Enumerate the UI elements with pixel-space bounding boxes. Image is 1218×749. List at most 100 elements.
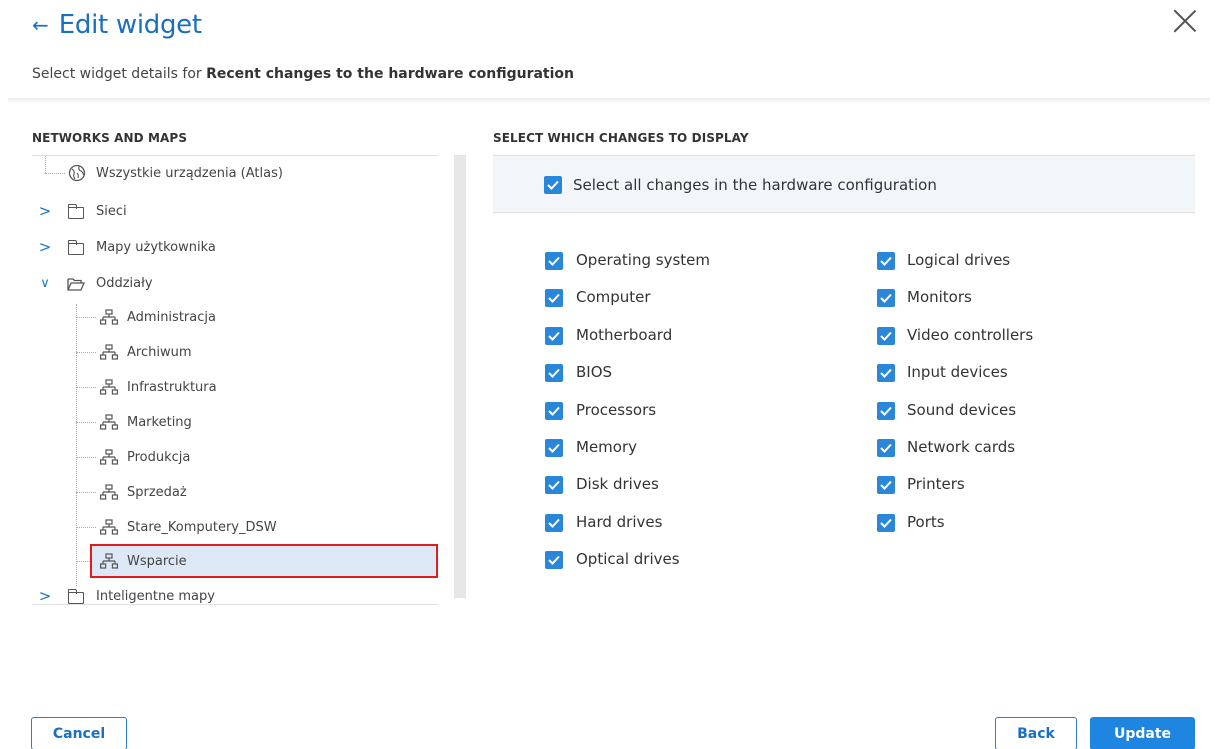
tree-item-label: Oddziały bbox=[96, 275, 153, 291]
network-icon bbox=[100, 449, 118, 465]
folder-icon bbox=[67, 589, 84, 604]
subtitle-prefix: Select widget details for bbox=[32, 66, 207, 82]
tree-item-label: Archiwum bbox=[127, 344, 192, 360]
tree-item-atlas[interactable]: Wszystkie urządzenia (Atlas) bbox=[32, 156, 438, 190]
option-checkbox[interactable] bbox=[877, 364, 895, 383]
chevron-right-icon[interactable]: > bbox=[38, 202, 52, 220]
tree-connector bbox=[45, 173, 65, 174]
title-row: ← Edit widget bbox=[32, 10, 202, 40]
page-subtitle: Select widget details for Recent changes… bbox=[32, 66, 574, 82]
select-all-checkbox[interactable] bbox=[544, 176, 562, 194]
option-label: Operating system bbox=[576, 251, 710, 269]
option-checkbox[interactable] bbox=[877, 326, 895, 345]
tree-item-marketing[interactable]: Marketing bbox=[32, 405, 438, 439]
option-checkbox[interactable] bbox=[877, 439, 895, 457]
tree-item-administracja[interactable]: Administracja bbox=[32, 300, 438, 334]
option-checkbox[interactable] bbox=[877, 513, 895, 532]
network-icon bbox=[100, 519, 118, 535]
update-button[interactable]: Update bbox=[1090, 717, 1195, 749]
network-icon bbox=[100, 344, 118, 360]
option-checkbox[interactable] bbox=[545, 364, 563, 383]
option-label: Optical drives bbox=[576, 550, 680, 569]
network-icon bbox=[100, 309, 118, 325]
back-arrow-icon[interactable]: ← bbox=[32, 15, 49, 35]
option-checkbox[interactable] bbox=[877, 476, 895, 495]
network-icon bbox=[100, 414, 118, 430]
option-label: Memory bbox=[576, 438, 638, 456]
option-label: Network cards bbox=[907, 438, 1016, 456]
tree-item-label: Wsparcie bbox=[127, 553, 187, 569]
option-label: Ports bbox=[907, 512, 945, 531]
tree-item-sprzedaz[interactable]: Sprzedaż bbox=[32, 475, 438, 509]
tree-item-archiwum[interactable]: Archiwum bbox=[32, 335, 438, 369]
select-all-label: Select all changes in the hardware confi… bbox=[573, 176, 937, 194]
option-checkbox[interactable] bbox=[877, 289, 895, 308]
subtitle-widget-name: Recent changes to the hardware configura… bbox=[206, 66, 574, 82]
chevron-down-icon[interactable]: ∨ bbox=[38, 276, 52, 291]
option-label: Computer bbox=[576, 288, 651, 307]
tree-item-label: Produkcja bbox=[127, 449, 191, 465]
tree-item-label: Inteligentne mapy bbox=[96, 588, 215, 604]
networks-maps-label: NETWORKS AND MAPS bbox=[32, 131, 188, 145]
cancel-button[interactable]: Cancel bbox=[31, 717, 127, 749]
tree-item-oddzialy[interactable]: ∨ Oddziały bbox=[32, 266, 438, 300]
tree-item-label: Infrastruktura bbox=[127, 379, 217, 395]
network-icon bbox=[100, 553, 118, 569]
folder-open-icon bbox=[67, 278, 85, 291]
network-icon bbox=[100, 484, 118, 500]
tree-item-infrastruktura[interactable]: Infrastruktura bbox=[32, 370, 438, 404]
option-label: Disk drives bbox=[576, 475, 659, 494]
option-label: Hard drives bbox=[576, 512, 663, 531]
tree-item-label: Wszystkie urządzenia (Atlas) bbox=[96, 165, 283, 181]
option-checkbox[interactable] bbox=[877, 401, 895, 420]
option-checkbox[interactable] bbox=[545, 513, 563, 532]
option-checkbox[interactable] bbox=[545, 252, 563, 270]
option-checkbox[interactable] bbox=[877, 252, 895, 270]
tree-connector bbox=[76, 527, 96, 528]
globe-icon bbox=[68, 164, 86, 182]
tree-scrollbar[interactable] bbox=[454, 155, 466, 598]
networks-tree: Wszystkie urządzenia (Atlas) > Sieci > M… bbox=[32, 155, 438, 605]
tree-item-produkcja[interactable]: Produkcja bbox=[32, 440, 438, 474]
tree-item-stare-komputery[interactable]: Stare_Komputery_DSW bbox=[32, 510, 438, 544]
option-label: Monitors bbox=[907, 288, 972, 307]
option-checkbox[interactable] bbox=[545, 401, 563, 420]
option-checkbox[interactable] bbox=[545, 326, 563, 345]
close-icon[interactable] bbox=[1172, 8, 1198, 34]
option-label: Sound devices bbox=[907, 400, 1017, 419]
tree-item-label: Stare_Komputery_DSW bbox=[127, 519, 277, 535]
tree-connector bbox=[76, 387, 96, 388]
page-title: Edit widget bbox=[58, 10, 202, 40]
option-label: Processors bbox=[576, 400, 657, 419]
tree-connector bbox=[76, 492, 96, 493]
option-label: Input devices bbox=[907, 363, 1008, 382]
tree-item-wsparcie[interactable]: Wsparcie bbox=[32, 544, 438, 578]
option-checkbox[interactable] bbox=[545, 289, 563, 308]
tree-connector bbox=[76, 352, 96, 353]
tree-item-label: Administracja bbox=[127, 309, 216, 325]
option-label: Motherboard bbox=[576, 325, 673, 344]
header-divider bbox=[8, 98, 1210, 104]
folder-icon bbox=[67, 204, 84, 219]
chevron-right-icon[interactable]: > bbox=[38, 238, 52, 256]
back-button[interactable]: Back bbox=[995, 717, 1077, 749]
option-label: BIOS bbox=[576, 363, 613, 382]
network-icon bbox=[100, 379, 118, 395]
option-checkbox[interactable] bbox=[545, 551, 563, 570]
tree-connector bbox=[76, 561, 90, 562]
tree-item-mapy[interactable]: > Mapy użytkownika bbox=[32, 230, 438, 264]
option-checkbox[interactable] bbox=[545, 476, 563, 495]
chevron-right-icon[interactable]: > bbox=[38, 587, 52, 604]
tree-item-label: Marketing bbox=[127, 414, 192, 430]
folder-icon bbox=[67, 240, 84, 255]
tree-connector bbox=[76, 317, 96, 318]
select-all-row: Select all changes in the hardware confi… bbox=[493, 155, 1195, 213]
tree-item-sieci[interactable]: > Sieci bbox=[32, 194, 438, 228]
option-label: Printers bbox=[907, 475, 965, 494]
option-checkbox[interactable] bbox=[545, 439, 563, 457]
changes-section-label: SELECT WHICH CHANGES TO DISPLAY bbox=[493, 131, 749, 145]
tree-item-label: Sprzedaż bbox=[127, 484, 187, 500]
option-label: Logical drives bbox=[907, 251, 1011, 269]
tree-item-label: Mapy użytkownika bbox=[96, 239, 216, 255]
tree-item-inteligentne-mapy[interactable]: > Inteligentne mapy bbox=[32, 579, 438, 604]
